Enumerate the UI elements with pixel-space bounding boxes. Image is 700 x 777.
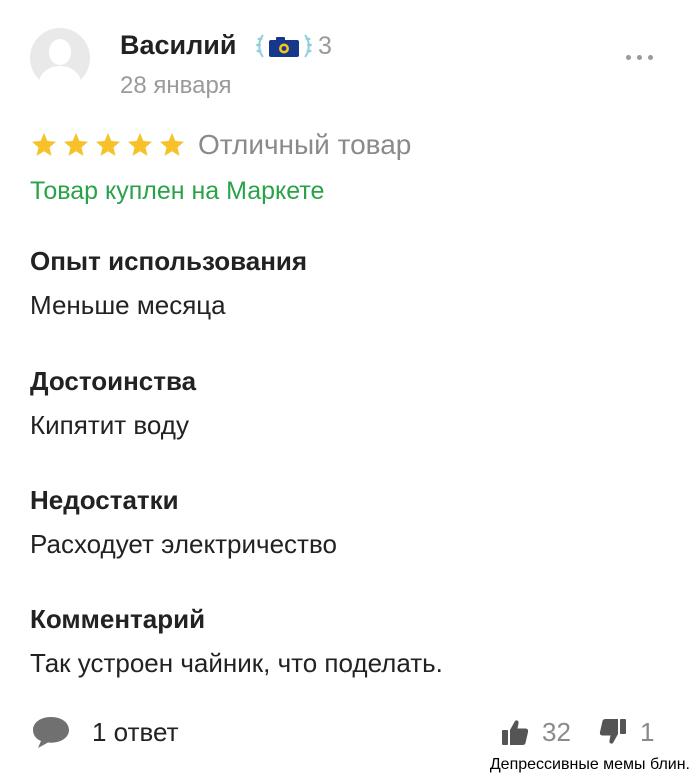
dislikes-count: 1 xyxy=(640,716,655,747)
review-date: 28 января xyxy=(120,72,232,99)
rating: Отличный товар xyxy=(30,129,412,160)
review-card: Василий 3 28 января Отличный товар Товар… xyxy=(0,0,700,777)
thumbs-up-icon xyxy=(502,720,529,745)
camera-laurel-badge-icon[interactable] xyxy=(254,30,314,62)
replies-label: 1 ответ xyxy=(92,716,179,747)
star-icon xyxy=(159,133,185,156)
more-dots-icon[interactable] xyxy=(616,46,662,68)
speech-bubble-icon xyxy=(33,717,69,748)
comment-text: Так устроен чайник, что поделать. xyxy=(30,648,443,678)
cons-text: Расходует электричество xyxy=(30,529,337,559)
experience-heading: Опыт использования xyxy=(30,246,308,276)
avatar-head xyxy=(49,39,71,65)
rating-label: Отличный товар xyxy=(198,129,412,160)
cons-heading: Недостатки xyxy=(30,485,179,515)
avatar-torso xyxy=(39,66,81,88)
experience-text: Меньше месяца xyxy=(30,290,226,320)
pros-text: Кипятит воду xyxy=(30,410,189,440)
purchase-note-link[interactable]: Товар куплен на Маркете xyxy=(30,177,324,206)
star-icon xyxy=(95,133,121,156)
pros-heading: Достоинства xyxy=(30,366,197,396)
replies-button[interactable]: 1 ответ xyxy=(30,712,179,752)
star-icon xyxy=(63,133,89,156)
dot xyxy=(625,54,631,60)
dislike-button[interactable]: 1 xyxy=(598,714,654,750)
likes-count: 32 xyxy=(542,716,571,747)
dot xyxy=(647,54,653,60)
author-name[interactable]: Василий xyxy=(120,30,236,61)
like-button[interactable]: 32 xyxy=(500,714,571,750)
star-icon xyxy=(127,133,153,156)
user-avatar-icon[interactable] xyxy=(30,28,90,88)
star-icon xyxy=(31,133,57,156)
dot xyxy=(636,54,642,60)
badge-count: 3 xyxy=(318,32,332,60)
comment-heading: Комментарий xyxy=(30,604,206,634)
rating-stars xyxy=(30,131,190,159)
thumbs-down-icon xyxy=(599,719,626,744)
watermark-caption: Депрессивные мемы блин. xyxy=(485,755,694,775)
